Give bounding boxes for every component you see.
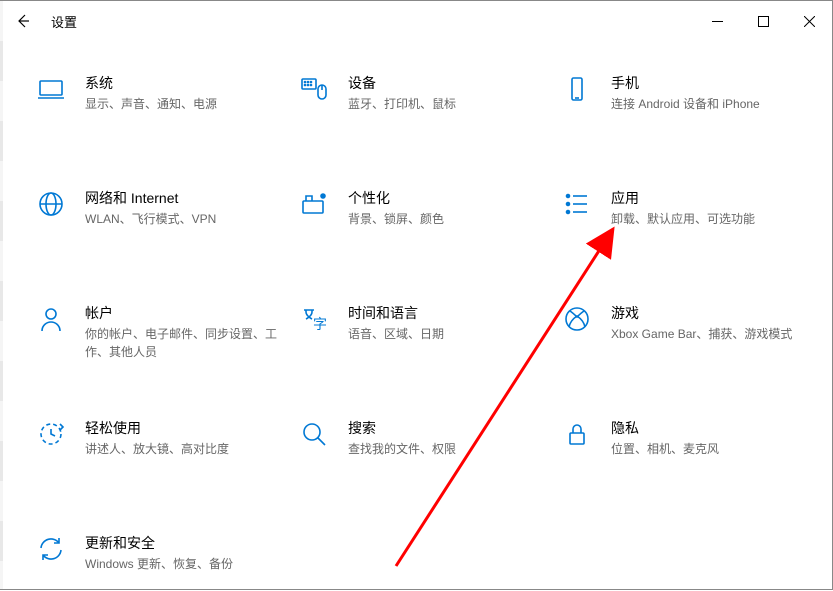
settings-item-text: 更新和安全 Windows 更新、恢复、备份 [85,531,241,573]
settings-item-text: 应用卸载、默认应用、可选功能 [611,186,763,228]
settings-item-text: 网络和 Internet WLAN、飞行模式、VPN [85,186,224,228]
settings-item-gaming[interactable]: 游戏 Xbox Game Bar、捕获、游戏模式 [559,301,812,361]
back-button[interactable] [1,1,45,41]
settings-grid: 系统显示、声音、通知、电源 设备蓝牙、打印机、鼠标 手机连接 Android 设备和… [1,41,832,591]
settings-item-sub: 卸载、默认应用、可选功能 [611,210,755,228]
settings-item-label: 手机 [611,73,760,93]
settings-item-search[interactable]: 搜索查找我的文件、权限 [296,416,549,476]
globe-icon [33,186,69,222]
apps-list-icon [559,186,595,222]
settings-item-text: 设备蓝牙、打印机、鼠标 [348,71,464,113]
settings-item-text: 手机连接 Android 设备和 iPhone [611,71,768,113]
settings-item-personalization[interactable]: 个性化背景、锁屏、颜色 [296,186,549,246]
settings-item-privacy[interactable]: 隐私位置、相机、麦克风 [559,416,812,476]
settings-item-text: 系统显示、声音、通知、电源 [85,71,225,113]
xbox-icon [559,301,595,337]
maximize-icon [758,16,769,27]
settings-item-system[interactable]: 系统显示、声音、通知、电源 [33,71,286,131]
close-button[interactable] [786,1,832,41]
settings-item-sub: 背景、锁屏、颜色 [348,210,444,228]
settings-item-sub: 蓝牙、打印机、鼠标 [348,95,456,113]
settings-item-label: 搜索 [348,418,456,438]
window-controls [694,1,832,41]
settings-item-text: 游戏 Xbox Game Bar、捕获、游戏模式 [611,301,800,343]
minimize-button[interactable] [694,1,740,41]
sync-icon [33,531,69,567]
titlebar: 设置 [1,1,832,41]
settings-item-label: 游戏 [611,303,792,323]
svg-text:字: 字 [313,316,327,332]
settings-item-sub: WLAN、飞行模式、VPN [85,210,216,228]
window-title: 设置 [51,12,77,31]
settings-item-ease-of-access[interactable]: 轻松使用讲述人、放大镜、高对比度 [33,416,286,476]
time-language-icon: 字 [296,301,332,337]
settings-item-update-security[interactable]: 更新和安全 Windows 更新、恢复、备份 [33,531,286,591]
settings-item-phone[interactable]: 手机连接 Android 设备和 iPhone [559,71,812,131]
settings-item-label: 更新和安全 [85,533,233,553]
settings-item-text: 隐私位置、相机、麦克风 [611,416,727,458]
settings-item-time-language[interactable]: 字 时间和语言语音、区域、日期 [296,301,549,361]
lock-icon [559,416,595,452]
settings-item-sub: 位置、相机、麦克风 [611,440,719,458]
minimize-icon [712,16,723,27]
settings-item-label: 时间和语言 [348,303,444,323]
search-icon [296,416,332,452]
keyboard-mouse-icon [296,71,332,107]
settings-item-text: 轻松使用讲述人、放大镜、高对比度 [85,416,237,458]
phone-icon [559,71,595,107]
settings-item-label: 设备 [348,73,456,93]
settings-item-label: 网络和 Internet [85,188,216,208]
settings-item-sub: 显示、声音、通知、电源 [85,95,217,113]
settings-item-text: 帐户你的帐户、电子邮件、同步设置、工作、其他人员 [85,301,286,361]
back-arrow-icon [15,13,31,29]
settings-item-label: 系统 [85,73,217,93]
settings-item-accounts[interactable]: 帐户你的帐户、电子邮件、同步设置、工作、其他人员 [33,301,286,361]
settings-item-devices[interactable]: 设备蓝牙、打印机、鼠标 [296,71,549,131]
settings-item-label: 应用 [611,188,755,208]
person-icon [33,301,69,337]
settings-item-sub: 查找我的文件、权限 [348,440,456,458]
laptop-icon [33,71,69,107]
maximize-button[interactable] [740,1,786,41]
settings-item-sub: 你的帐户、电子邮件、同步设置、工作、其他人员 [85,325,278,361]
settings-item-sub: Xbox Game Bar、捕获、游戏模式 [611,325,792,343]
settings-item-sub: 讲述人、放大镜、高对比度 [85,440,229,458]
settings-item-sub: Windows 更新、恢复、备份 [85,555,233,573]
close-icon [804,16,815,27]
settings-item-label: 隐私 [611,418,719,438]
settings-item-sub: 连接 Android 设备和 iPhone [611,95,760,113]
settings-item-label: 个性化 [348,188,444,208]
settings-item-text: 时间和语言语音、区域、日期 [348,301,452,343]
settings-item-text: 搜索查找我的文件、权限 [348,416,464,458]
settings-item-apps[interactable]: 应用卸载、默认应用、可选功能 [559,186,812,246]
settings-item-text: 个性化背景、锁屏、颜色 [348,186,452,228]
settings-item-sub: 语音、区域、日期 [348,325,444,343]
ease-icon [33,416,69,452]
settings-item-network[interactable]: 网络和 Internet WLAN、飞行模式、VPN [33,186,286,246]
settings-item-label: 帐户 [85,303,278,323]
settings-item-label: 轻松使用 [85,418,229,438]
paint-icon [296,186,332,222]
